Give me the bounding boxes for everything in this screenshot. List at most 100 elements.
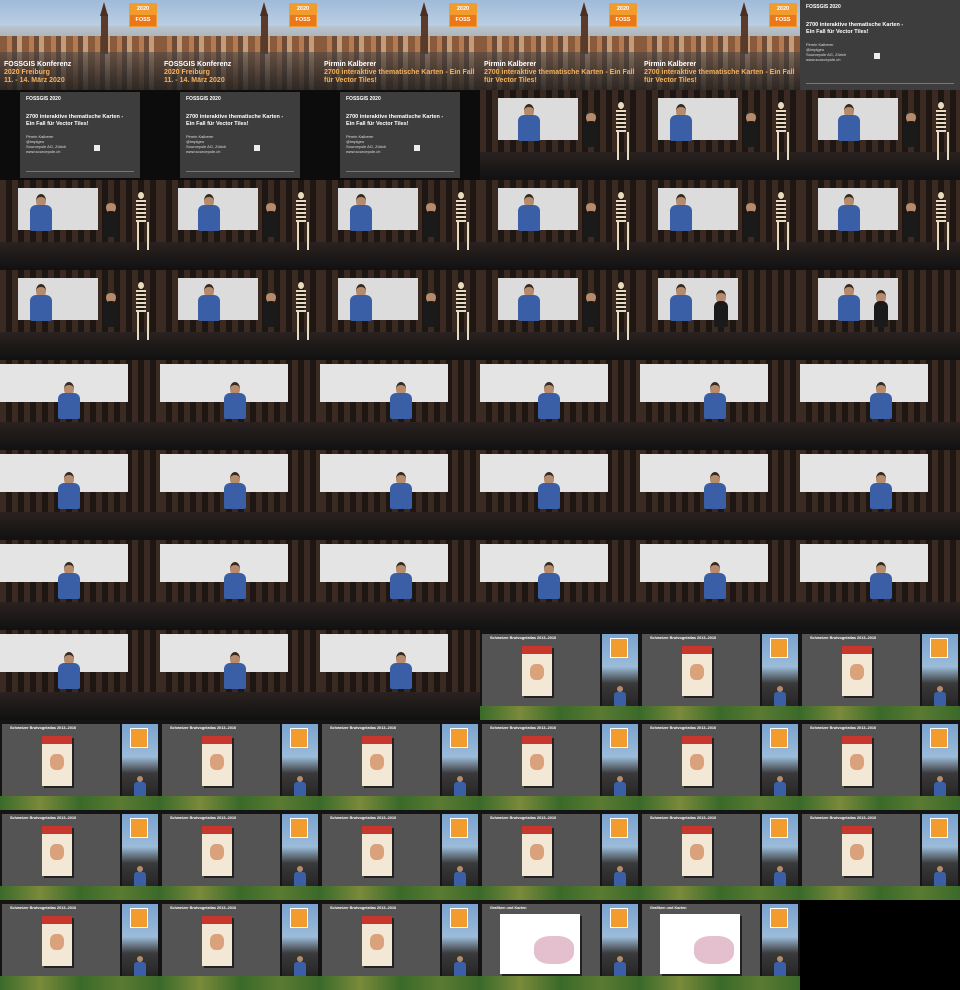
video-frame-thumbnail[interactable]: Schweizer Brutvogelatlas 2013–2016 [480, 630, 640, 720]
atlas-book-cover [682, 826, 712, 876]
video-frame-thumbnail[interactable]: Schweizer Brutvogelatlas 2013–2016 [640, 810, 800, 900]
video-frame-thumbnail[interactable]: FOSSGIS 2020 2700 interaktive thematische… [320, 90, 480, 180]
video-frame-thumbnail[interactable]: Schweizer Brutvogelatlas 2013–2016 [0, 810, 160, 900]
video-frame-thumbnail[interactable] [640, 270, 800, 360]
video-frame-thumbnail[interactable]: Schweizer Brutvogelatlas 2013–2016 [640, 720, 800, 810]
video-frame-thumbnail[interactable]: Schweizer Brutvogelatlas 2013–2016 [640, 630, 800, 720]
foliage-strip [320, 976, 480, 990]
video-frame-thumbnail[interactable] [480, 180, 640, 270]
video-frame-thumbnail[interactable] [320, 270, 480, 360]
speaker [870, 472, 892, 512]
video-frame-thumbnail[interactable]: Schweizer Brutvogelatlas 2013–2016 [320, 720, 480, 810]
video-frame-thumbnail[interactable]: Schweizer Brutvogelatlas 2013–2016 [800, 720, 960, 810]
atlas-book-cover [42, 826, 72, 876]
video-frame-thumbnail[interactable] [640, 360, 800, 450]
video-frame-thumbnail[interactable] [480, 360, 640, 450]
caption-line3: für Vector Tiles! [324, 77, 377, 84]
minster-spire [580, 2, 588, 16]
video-frame-thumbnail[interactable] [320, 450, 480, 540]
video-frame-thumbnail[interactable] [800, 90, 960, 180]
video-frame-thumbnail[interactable] [0, 360, 160, 450]
logo-year: 2020 [130, 4, 156, 15]
fossgis-logo-small [930, 818, 948, 838]
lectern-desk [800, 332, 960, 360]
skeleton-model [294, 192, 309, 252]
video-frame-thumbnail[interactable] [800, 540, 960, 630]
video-frame-thumbnail[interactable] [320, 180, 480, 270]
minster-spire [740, 2, 748, 16]
presentation-slide: Schweizer Brutvogelatlas 2013–2016 [642, 814, 760, 896]
video-frame-thumbnail[interactable] [0, 540, 160, 630]
video-frame-thumbnail[interactable] [160, 540, 320, 630]
video-frame-thumbnail[interactable] [320, 540, 480, 630]
video-frame-thumbnail[interactable]: Schweizer Brutvogelatlas 2013–2016 [160, 810, 320, 900]
video-frame-thumbnail[interactable] [800, 270, 960, 360]
video-frame-thumbnail[interactable] [0, 270, 160, 360]
speaker [838, 194, 860, 234]
video-frame-thumbnail[interactable] [480, 450, 640, 540]
video-frame-thumbnail[interactable] [640, 180, 800, 270]
video-frame-thumbnail[interactable]: FOSSGIS 2020 2700 interaktive thematische… [0, 90, 160, 180]
video-frame-thumbnail[interactable]: Schweizer Brutvogelatlas 2013–2016 [160, 720, 320, 810]
video-frame-thumbnail[interactable] [160, 630, 320, 720]
atlas-book-cover [202, 916, 232, 966]
video-frame-thumbnail[interactable] [0, 630, 160, 720]
video-frame-thumbnail[interactable] [320, 360, 480, 450]
video-frame-thumbnail[interactable]: Schweizer Brutvogelatlas 2013–2016 [480, 810, 640, 900]
ribcage [136, 200, 146, 222]
video-frame-thumbnail[interactable] [480, 270, 640, 360]
video-frame-thumbnail[interactable]: Schweizer Brutvogelatlas 2013–2016 [320, 810, 480, 900]
video-frame-thumbnail[interactable] [800, 360, 960, 450]
video-frame-thumbnail[interactable]: Schweizer Brutvogelatlas 2013–2016 [800, 810, 960, 900]
video-frame-thumbnail[interactable]: 2020 FOSS Pirmin Kalberer 2700 interaktive … [320, 0, 480, 90]
presentation-slide: Grafiken und Karten [642, 904, 760, 986]
video-frame-thumbnail[interactable]: 2020 FOSS FOSSGIS Konferenz 2020 Freiburg 11… [160, 0, 320, 90]
video-frame-thumbnail[interactable]: Schweizer Brutvogelatlas 2013–2016 [160, 900, 320, 990]
video-frame-thumbnail[interactable]: Schweizer Brutvogelatlas 2013–2016 [480, 720, 640, 810]
video-frame-thumbnail[interactable] [160, 180, 320, 270]
video-frame-thumbnail[interactable]: Schweizer Brutvogelatlas 2013–2016 [320, 900, 480, 990]
video-frame-thumbnail[interactable]: Schweizer Brutvogelatlas 2013–2016 [0, 900, 160, 990]
video-frame-thumbnail[interactable]: FOSSGIS 2020 2700 interaktive thematische… [800, 0, 960, 90]
video-frame-thumbnail[interactable] [640, 450, 800, 540]
video-frame-thumbnail[interactable] [640, 90, 800, 180]
video-frame-thumbnail[interactable]: Schweizer Brutvogelatlas 2013–2016 [800, 630, 960, 720]
torso [224, 393, 246, 419]
video-frame-thumbnail[interactable]: FOSSGIS 2020 2700 interaktive thematische… [160, 90, 320, 180]
video-frame-thumbnail[interactable]: Grafiken und Karten [480, 900, 640, 990]
lectern-desk [320, 692, 480, 720]
video-frame-thumbnail[interactable] [320, 630, 480, 720]
video-frame-thumbnail[interactable] [160, 270, 320, 360]
video-frame-thumbnail[interactable] [480, 90, 640, 180]
video-frame-thumbnail[interactable] [0, 180, 160, 270]
video-frame-thumbnail[interactable]: Grafiken und Karten [640, 900, 800, 990]
video-frame-thumbnail[interactable]: 2020 FOSS Pirmin Kalberer 2700 interaktive … [640, 0, 800, 90]
atlas-book-cover [522, 736, 552, 786]
slide-title: Schweizer Brutvogelatlas 2013–2016 [650, 816, 717, 820]
video-frame-thumbnail[interactable] [800, 450, 960, 540]
speaker [538, 472, 560, 512]
video-frame-thumbnail[interactable] [160, 360, 320, 450]
video-frame-thumbnail[interactable] [480, 540, 640, 630]
fossgis-logo-small [610, 818, 628, 838]
leg-bones [137, 312, 149, 340]
video-frame-thumbnail[interactable]: 2020 FOSS Pirmin Kalberer 2700 interaktive … [480, 0, 640, 90]
slide-line: www.sourcepole.ch [26, 149, 61, 154]
torso [264, 301, 278, 327]
second-person [740, 200, 762, 240]
video-frame-thumbnail[interactable] [640, 540, 800, 630]
lectern-desk [160, 692, 320, 720]
video-frame-thumbnail[interactable] [160, 450, 320, 540]
foliage-strip [480, 706, 640, 720]
speaker [58, 382, 80, 422]
video-frame-thumbnail[interactable]: 2020 FOSS FOSSGIS Konferenz 2020 Freiburg 11… [0, 0, 160, 90]
slide-title: Schweizer Brutvogelatlas 2013–2016 [170, 816, 237, 820]
video-frame-thumbnail[interactable] [800, 180, 960, 270]
ribcage [936, 110, 946, 132]
video-frame-thumbnail[interactable] [0, 450, 160, 540]
torso [670, 295, 692, 321]
skeleton-model [774, 192, 789, 252]
speaker [350, 284, 372, 324]
torso [390, 663, 412, 689]
video-frame-thumbnail[interactable]: Schweizer Brutvogelatlas 2013–2016 [0, 720, 160, 810]
